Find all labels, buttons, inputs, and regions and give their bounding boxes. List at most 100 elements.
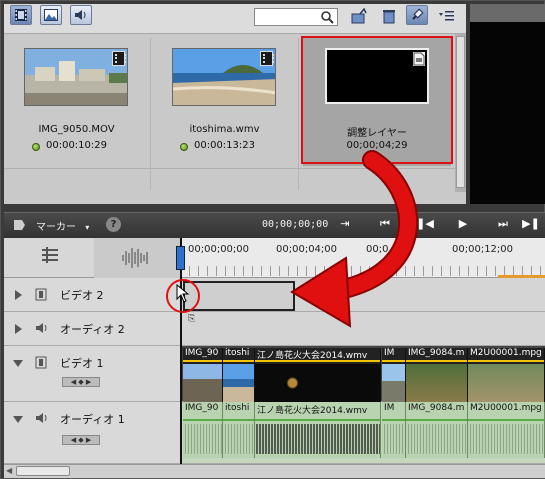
collapse-track-icon[interactable] xyxy=(13,416,23,423)
clip-duration-text: 00:00:13:23 xyxy=(193,140,255,151)
marker-icon[interactable] xyxy=(14,219,30,234)
clip-opacity-line xyxy=(382,360,405,362)
timeline-clip-audio[interactable]: itoshi xyxy=(223,402,255,458)
film-track-icon xyxy=(35,356,47,372)
clip-volume-line xyxy=(382,419,405,421)
ruler-label: 00;00;12;00 xyxy=(452,244,514,255)
chevron-down-icon: ▾ xyxy=(85,223,90,232)
clip-opacity-line xyxy=(468,360,544,362)
clip-opacity-line xyxy=(255,360,380,362)
clip-thumbnail xyxy=(172,48,276,106)
drop-cursor-icon xyxy=(176,283,190,307)
audio-waveform xyxy=(183,424,222,454)
clip-duration: 00:00:13:23 xyxy=(152,140,297,151)
list-menu-icon[interactable] xyxy=(436,6,458,26)
timeline-clip-audio[interactable]: 江ノ島花火大会2014.wmv xyxy=(255,402,381,458)
clip-frame xyxy=(255,364,380,402)
film-track-icon xyxy=(35,288,47,304)
track-name: ビデオ 2 xyxy=(60,289,104,302)
clip-volume-line xyxy=(468,419,544,421)
clip-frame xyxy=(382,364,405,402)
film-icon xyxy=(260,51,274,66)
clip-title: M2U00001.mpg xyxy=(470,348,542,358)
clip-frame xyxy=(183,364,222,402)
timeline-clip-video[interactable]: IMG_9084.m xyxy=(406,348,468,402)
speaker-track-icon xyxy=(35,412,49,427)
clip-name: itoshima.wmv xyxy=(189,124,260,135)
keyframe-nav-control[interactable]: ◀ ◆ ▶ xyxy=(62,377,100,387)
audio-waveform xyxy=(406,424,467,454)
timeline-clip-video[interactable]: IM xyxy=(382,348,406,402)
timeline-clip-audio[interactable]: M2U00001.mpg xyxy=(468,402,545,458)
scroll-left-icon[interactable]: ◀ xyxy=(6,466,12,475)
clip-title: itoshi xyxy=(225,403,250,413)
selection-highlight xyxy=(301,36,453,164)
clip-duration: 00:00:10:29 xyxy=(4,140,149,151)
audio-waveform xyxy=(468,424,544,454)
timeline-scrollbar-thumb[interactable] xyxy=(16,466,70,476)
clip-title: itoshi xyxy=(225,348,250,358)
marker-dropdown[interactable]: マーカー ▾ xyxy=(36,218,89,233)
go-end-icon[interactable]: ⏭ xyxy=(492,215,514,233)
help-icon[interactable]: ? xyxy=(106,217,121,232)
status-dot-icon xyxy=(180,143,188,151)
trash-icon[interactable] xyxy=(378,6,400,26)
expand-track-icon[interactable] xyxy=(15,324,22,334)
marker-label: マーカー xyxy=(36,222,76,233)
speaker-view-icon[interactable] xyxy=(70,5,92,25)
clip-thumbnail xyxy=(24,48,128,106)
clip-opacity-line xyxy=(223,360,254,362)
expand-track-icon[interactable] xyxy=(15,290,22,300)
track-header-video1: ビデオ 1 ◀ ◆ ▶ xyxy=(4,346,180,402)
pin-icon[interactable] xyxy=(406,5,428,25)
clip-title: IMG_90 xyxy=(185,403,219,413)
clip-opacity-line xyxy=(406,360,467,362)
bin-clip-itoshima[interactable]: itoshima.wmv 00:00:13:23 xyxy=(152,38,297,166)
status-dot-icon xyxy=(32,143,40,151)
drag-arrow-icon xyxy=(290,150,418,328)
clip-title: IM xyxy=(384,348,395,358)
ruler-label: 00;00;00;00 xyxy=(188,244,250,255)
collapse-track-icon[interactable] xyxy=(13,360,23,367)
track-name: ビデオ 1 xyxy=(60,357,104,370)
magnifier-icon[interactable] xyxy=(318,8,336,26)
timeline-clip-video[interactable]: IMG_90 xyxy=(183,348,223,402)
film-icon xyxy=(112,51,126,66)
timeline-scrollbar[interactable] xyxy=(4,464,545,478)
bin-scrollbar-thumb[interactable] xyxy=(456,36,465,188)
track-name: オーディオ 2 xyxy=(60,323,125,336)
bin-clip-img9050[interactable]: IMG_9050.MOV 00:00:10:29 xyxy=(4,38,149,166)
playhead[interactable] xyxy=(180,238,182,464)
play-icon[interactable]: ▶ xyxy=(452,215,474,233)
audio-waveform xyxy=(382,424,405,454)
timeline-clip-audio[interactable]: IMG_9084.m xyxy=(406,402,468,458)
keyframe-nav-control[interactable]: ◀ ◆ ▶ xyxy=(62,435,100,445)
timeline-clip-video[interactable]: M2U00001.mpg xyxy=(468,348,545,402)
step-forward-icon[interactable]: ▶❚ xyxy=(520,215,542,233)
preview-header xyxy=(470,4,545,22)
audio-waveform xyxy=(223,424,254,454)
clip-title: IMG_9084.m xyxy=(408,348,465,358)
track-header-audio2: オーディオ 2 xyxy=(4,312,180,346)
preview-monitor xyxy=(470,22,545,204)
drag-cursor-icon: ⎘ xyxy=(188,314,196,324)
clip-volume-line xyxy=(223,419,254,421)
clip-title: M2U00001.mpg xyxy=(470,403,542,413)
track-header-video2: ビデオ 2 xyxy=(4,278,180,312)
playhead-handle[interactable] xyxy=(176,246,185,270)
clip-opacity-line xyxy=(183,360,222,362)
track-name: オーディオ 1 xyxy=(60,413,125,426)
import-icon[interactable] xyxy=(348,6,370,26)
clip-title: IMG_90 xyxy=(185,348,219,358)
timeline-clip-audio[interactable]: IM xyxy=(382,402,406,458)
clip-volume-line xyxy=(183,419,222,421)
audio-waveform-toggle[interactable] xyxy=(94,238,180,278)
clip-duration-text: 00:00:10:29 xyxy=(45,140,107,151)
timeline-clip-video[interactable]: 江ノ島花火大会2014.wmv xyxy=(255,348,381,402)
timeline-clip-audio[interactable]: IMG_90 xyxy=(183,402,223,458)
timeline-clip-video[interactable]: itoshi xyxy=(223,348,255,402)
clip-volume-line xyxy=(255,419,380,421)
track-height-icon[interactable] xyxy=(40,246,60,267)
image-view-icon[interactable] xyxy=(40,5,62,25)
film-view-icon[interactable] xyxy=(10,5,32,25)
